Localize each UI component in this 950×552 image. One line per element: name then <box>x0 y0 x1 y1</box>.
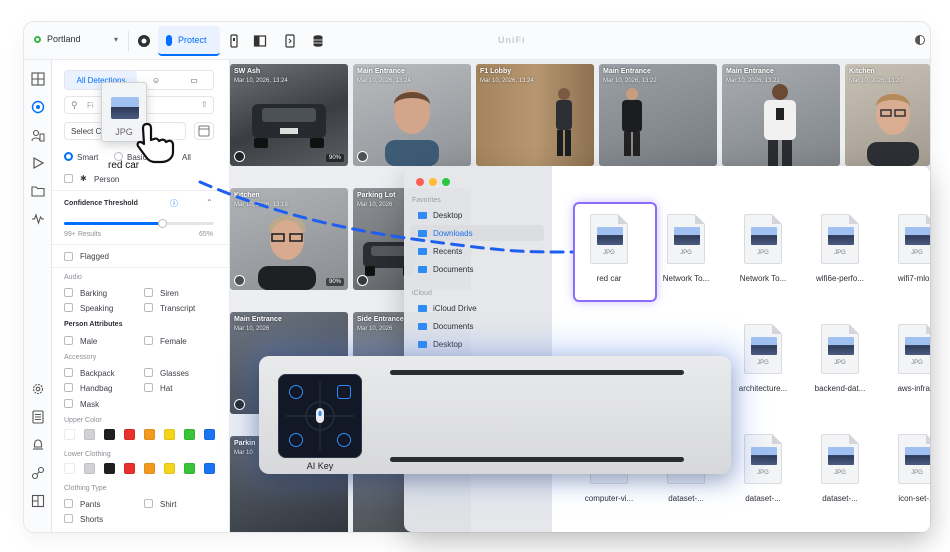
vent-slot <box>390 457 684 462</box>
globe-icon <box>337 433 351 447</box>
info-icon <box>289 433 303 447</box>
shield-icon <box>289 385 303 399</box>
dragged-file-thumb <box>111 97 139 119</box>
hand-cursor-icon <box>136 122 175 164</box>
chart-icon <box>337 385 351 399</box>
ai-key-screen <box>278 374 362 458</box>
vent-slot <box>390 370 684 375</box>
ai-key-label: AI Key <box>306 461 334 471</box>
ai-key-device: AI Key <box>259 356 731 474</box>
